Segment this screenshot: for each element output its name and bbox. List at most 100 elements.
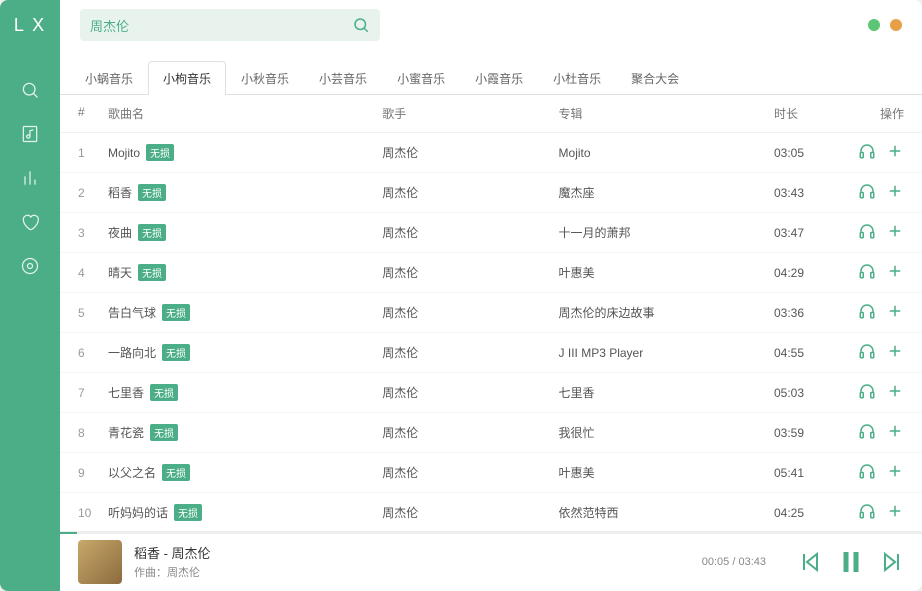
col-idx-header: # [78,105,108,122]
song-artist: 周杰伦 [382,144,558,161]
song-row[interactable]: 9以父之名无损周杰伦叶惠美05:41 [60,453,922,493]
song-name: 青花瓷无损 [108,424,382,441]
song-list[interactable]: 1Mojito无损周杰伦Mojito03:052稻香无损周杰伦魔杰座03:433… [60,133,922,531]
song-row[interactable]: 4晴天无损周杰伦叶惠美04:29 [60,253,922,293]
logo: L X [14,0,46,50]
song-row[interactable]: 5告白气球无损周杰伦周杰伦的床边故事03:36 [60,293,922,333]
song-artist: 周杰伦 [382,224,558,241]
settings-icon[interactable] [20,256,40,276]
add-button[interactable] [886,302,904,320]
listen-button[interactable] [858,262,876,280]
sidebar-top: L X [0,0,60,50]
source-tab[interactable]: 小霞音乐 [460,61,538,95]
search-icon[interactable] [352,16,370,34]
add-button[interactable] [886,502,904,520]
heart-icon[interactable] [20,212,40,232]
music-file-icon[interactable] [20,124,40,144]
source-tab[interactable]: 聚合大会 [616,61,694,95]
main-area: 小蜗音乐小枸音乐小秋音乐小芸音乐小蜜音乐小霞音乐小杜音乐聚合大会 # 歌曲名 歌… [0,50,922,591]
song-actions [834,382,904,403]
col-album-header: 专辑 [559,105,774,122]
song-row[interactable]: 8青花瓷无损周杰伦我很忙03:59 [60,413,922,453]
add-button[interactable] [886,222,904,240]
album-art[interactable] [78,540,122,584]
source-tab[interactable]: 小秋音乐 [226,61,304,95]
song-row[interactable]: 10听妈妈的话无损周杰伦依然范特西04:25 [60,493,922,531]
app-window: L X [0,0,922,591]
song-index: 6 [78,346,108,360]
add-button[interactable] [886,382,904,400]
quality-badge: 无损 [138,264,166,281]
source-tab[interactable]: 小杜音乐 [538,61,616,95]
song-row[interactable]: 7七里香无损周杰伦七里香05:03 [60,373,922,413]
search-nav-icon[interactable] [20,80,40,100]
song-duration: 04:55 [774,346,834,360]
quality-badge: 无损 [138,224,166,241]
listen-button[interactable] [858,422,876,440]
add-button[interactable] [886,182,904,200]
song-duration: 04:29 [774,266,834,280]
song-actions [834,302,904,323]
song-index: 10 [78,506,108,520]
song-album: 叶惠美 [559,464,774,481]
quality-badge: 无损 [162,304,190,321]
quality-badge: 无损 [174,504,202,521]
song-artist: 周杰伦 [382,264,558,281]
listen-button[interactable] [858,302,876,320]
quality-badge: 无损 [146,144,174,161]
progress-track[interactable] [60,532,922,534]
add-button[interactable] [886,142,904,160]
nav-icons [20,50,40,276]
player-sub: 作曲：周杰伦 [134,564,690,580]
song-row[interactable]: 3夜曲无损周杰伦十一月的萧邦03:47 [60,213,922,253]
add-button[interactable] [886,462,904,480]
add-button[interactable] [886,422,904,440]
listen-button[interactable] [858,462,876,480]
quality-badge: 无损 [138,184,166,201]
listen-button[interactable] [858,182,876,200]
search-input[interactable] [90,18,352,33]
song-album: 我很忙 [559,424,774,441]
song-name: 告白气球无损 [108,304,382,321]
song-name: 稻香无损 [108,184,382,201]
prev-button[interactable] [798,550,822,574]
play-pause-button[interactable] [836,547,866,577]
player-title: 稻香 - 周杰伦 [134,543,690,562]
song-actions [834,422,904,443]
add-button[interactable] [886,262,904,280]
song-row[interactable]: 1Mojito无损周杰伦Mojito03:05 [60,133,922,173]
song-name: 以父之名无损 [108,464,382,481]
listen-button[interactable] [858,342,876,360]
chart-icon[interactable] [20,168,40,188]
song-row[interactable]: 6一路向北无损周杰伦J III MP3 Player04:55 [60,333,922,373]
song-actions [834,502,904,523]
song-album: 七里香 [559,384,774,401]
song-duration: 03:05 [774,146,834,160]
song-name: 听妈妈的话无损 [108,504,382,521]
next-button[interactable] [880,550,904,574]
search-box[interactable] [80,9,380,41]
minimize-button[interactable] [868,19,880,31]
listen-button[interactable] [858,142,876,160]
add-button[interactable] [886,342,904,360]
quality-badge: 无损 [150,424,178,441]
close-button[interactable] [890,19,902,31]
listen-button[interactable] [858,222,876,240]
listen-button[interactable] [858,382,876,400]
song-row[interactable]: 2稻香无损周杰伦魔杰座03:43 [60,173,922,213]
song-index: 9 [78,466,108,480]
source-tab[interactable]: 小芸音乐 [304,61,382,95]
listen-button[interactable] [858,502,876,520]
song-duration: 05:41 [774,466,834,480]
song-album: 周杰伦的床边故事 [559,304,774,321]
table-header: # 歌曲名 歌手 专辑 时长 操作 [60,95,922,133]
song-actions [834,342,904,363]
song-index: 2 [78,186,108,200]
source-tab[interactable]: 小蜜音乐 [382,61,460,95]
song-artist: 周杰伦 [382,344,558,361]
col-time-header: 时长 [774,105,834,122]
source-tab[interactable]: 小蜗音乐 [70,61,148,95]
song-album: 叶惠美 [559,264,774,281]
song-duration: 03:47 [774,226,834,240]
source-tab[interactable]: 小枸音乐 [148,61,226,95]
